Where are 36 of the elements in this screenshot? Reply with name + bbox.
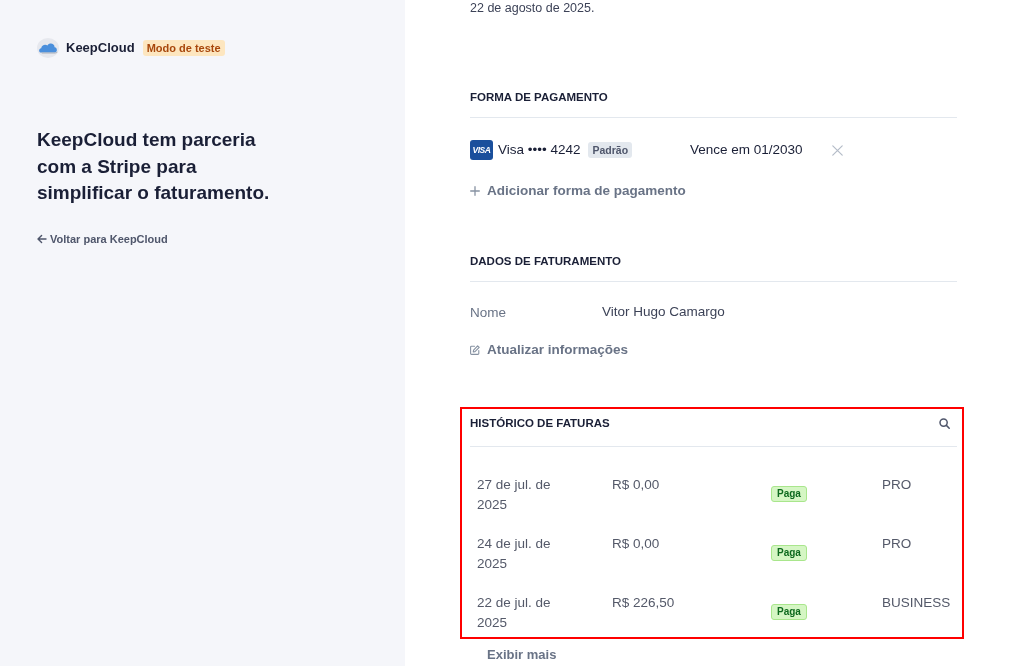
field-value: Vitor Hugo Camargo	[602, 303, 725, 321]
update-info-button[interactable]: Atualizar informações	[470, 340, 629, 360]
show-more-button[interactable]: Exibir mais	[487, 647, 557, 663]
section-title: HISTÓRICO DE FATURAS	[470, 416, 610, 431]
status-badge: Paga	[771, 545, 807, 561]
plus-icon	[470, 186, 480, 196]
invoice-date: 24 de jul. de 2025	[477, 535, 552, 573]
add-payment-method-button[interactable]: Adicionar forma de pagamento	[470, 181, 686, 201]
invoice-date: 22 de jul. de 2025	[477, 594, 552, 632]
close-icon	[832, 144, 843, 156]
back-link[interactable]: Voltar para KeepCloud	[37, 230, 168, 247]
edit-icon	[470, 345, 480, 355]
card-expiry: Vence em 01/2030	[690, 141, 803, 159]
section-title: DADOS DE FATURAMENTO	[470, 254, 621, 269]
section-title: FORMA DE PAGAMENTO	[470, 90, 608, 105]
default-badge: Padrão	[588, 142, 633, 158]
plan-name: PRO	[882, 476, 912, 494]
brand-name: KeepCloud	[66, 39, 135, 57]
plan-name: PRO	[882, 535, 912, 553]
card-number: Visa •••• 4242	[498, 141, 581, 159]
invoice-date: 27 de jul. de 2025	[477, 476, 552, 514]
field-label: Nome	[470, 305, 506, 320]
invoice-amount: R$ 0,00	[612, 476, 660, 494]
search-icon	[939, 417, 950, 429]
test-mode-badge: Modo de teste	[142, 40, 225, 56]
cloud-logo-icon	[37, 38, 59, 58]
visa-logo: VISA	[470, 140, 493, 160]
date-note: 22 de agosto de 2025.	[470, 0, 595, 16]
plan-name: BUSINESS	[882, 594, 951, 612]
search-button[interactable]	[939, 417, 950, 429]
invoice-amount: R$ 0,00	[612, 535, 660, 553]
invoice-amount: R$ 226,50	[612, 594, 675, 612]
headline: KeepCloud tem parceria com a Stripe para simplificar o faturamento.	[37, 128, 271, 205]
arrow-left-icon	[37, 233, 47, 244]
status-badge: Paga	[771, 486, 807, 502]
status-badge: Paga	[771, 604, 807, 620]
